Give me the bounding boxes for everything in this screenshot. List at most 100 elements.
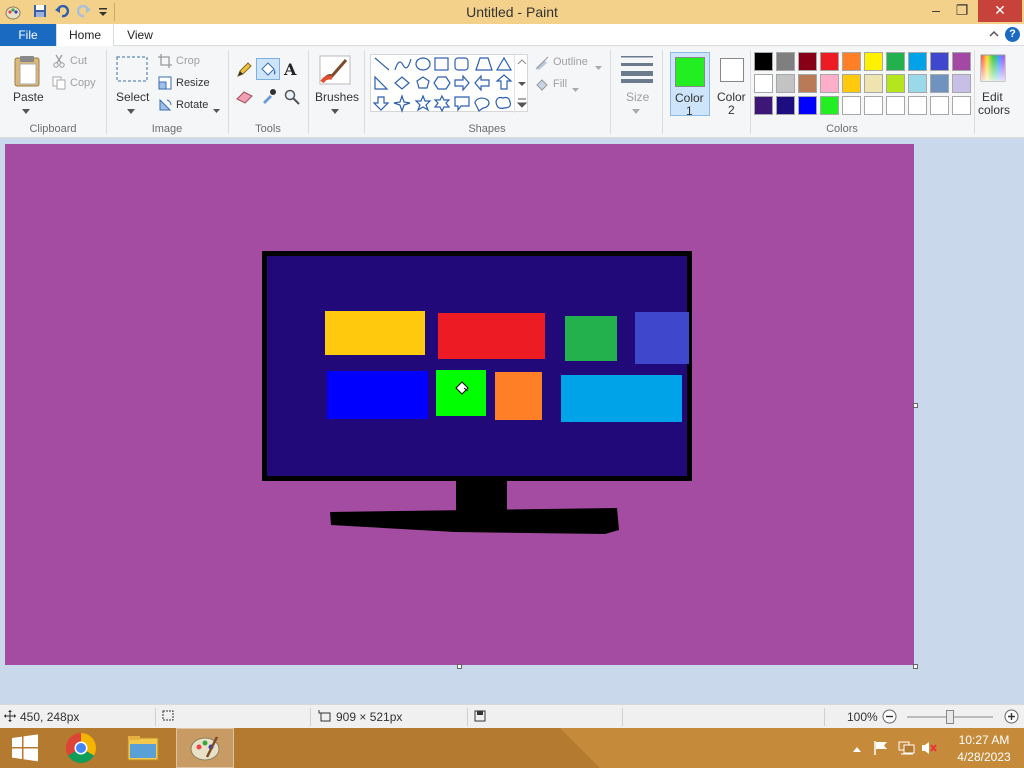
fill-icon[interactable] <box>534 78 550 95</box>
select-button[interactable]: Select <box>116 90 149 104</box>
size-dropdown-icon[interactable] <box>632 104 640 118</box>
palette-color-swatch[interactable] <box>930 74 949 93</box>
palette-color-swatch[interactable] <box>754 74 773 93</box>
palette-color-swatch[interactable] <box>776 96 795 115</box>
select-dropdown-icon[interactable] <box>127 104 135 118</box>
canvas-resize-handle-corner[interactable] <box>913 664 918 669</box>
palette-color-swatch[interactable] <box>952 74 971 93</box>
palette-color-swatch[interactable] <box>864 74 883 93</box>
screen-tile <box>327 371 428 419</box>
palette-color-swatch[interactable] <box>864 96 883 115</box>
edit-colors-icon[interactable] <box>980 54 1006 85</box>
start-button[interactable] <box>0 728 58 768</box>
palette-color-swatch[interactable] <box>776 74 795 93</box>
palette-color-swatch[interactable] <box>908 96 927 115</box>
brushes-dropdown-icon[interactable] <box>331 104 339 118</box>
palette-color-swatch[interactable] <box>952 96 971 115</box>
copy-button[interactable]: Copy <box>70 77 96 89</box>
palette-color-swatch[interactable] <box>952 52 971 71</box>
workspace <box>0 138 1024 704</box>
text-tool-icon[interactable]: A <box>284 60 296 79</box>
shapes-scrollbar[interactable] <box>514 55 529 113</box>
canvas-resize-handle-bottom[interactable] <box>457 664 462 669</box>
select-icon[interactable] <box>116 56 148 85</box>
palette-color-swatch[interactable] <box>908 74 927 93</box>
brushes-icon[interactable] <box>318 54 352 89</box>
color-picker-icon[interactable] <box>261 88 277 107</box>
ribbon-collapse-icon[interactable] <box>988 28 1000 43</box>
palette-color-swatch[interactable] <box>842 96 861 115</box>
palette-color-swatch[interactable] <box>798 96 817 115</box>
paste-button[interactable]: Paste <box>13 90 44 104</box>
palette-color-swatch[interactable] <box>820 52 839 71</box>
palette-color-swatch[interactable] <box>798 52 817 71</box>
palette-color-swatch[interactable] <box>908 52 927 71</box>
network-icon[interactable] <box>898 740 916 768</box>
paste-icon[interactable] <box>12 54 42 91</box>
outline-icon[interactable] <box>534 56 550 73</box>
color2-selector[interactable]: Color 2 <box>712 52 752 117</box>
fill-dropdown-icon[interactable] <box>572 82 579 96</box>
palette-color-swatch[interactable] <box>798 74 817 93</box>
tab-home[interactable]: Home <box>56 24 114 47</box>
paint-taskbar-icon[interactable] <box>176 728 234 768</box>
palette-color-swatch[interactable] <box>864 52 883 71</box>
color1-selector[interactable]: Color 1 <box>670 52 710 118</box>
file-explorer-taskbar-icon[interactable] <box>116 728 174 768</box>
clock-date[interactable]: 4/28/2023 <box>950 750 1018 768</box>
help-button[interactable]: ? <box>1005 27 1020 42</box>
resize-icon[interactable] <box>158 76 172 93</box>
volume-muted-icon[interactable] <box>921 740 939 768</box>
chrome-taskbar-icon[interactable] <box>58 728 116 768</box>
edit-colors-button[interactable]: Edit <box>982 90 1003 104</box>
minimize-button[interactable]: – <box>922 0 950 22</box>
paste-dropdown-icon[interactable] <box>22 104 30 118</box>
tab-view[interactable]: View <box>114 24 166 46</box>
zoom-in-button[interactable] <box>1004 709 1019 727</box>
outline-dropdown-icon[interactable] <box>595 60 602 74</box>
edit-colors-button-line2[interactable]: colors <box>978 103 1010 117</box>
palette-color-swatch[interactable] <box>754 96 773 115</box>
fill-button[interactable]: Fill <box>553 78 567 90</box>
monitor-stand-base <box>330 508 619 534</box>
palette-color-swatch[interactable] <box>754 52 773 71</box>
fill-with-color-icon[interactable] <box>256 58 280 80</box>
eraser-icon[interactable] <box>236 90 254 107</box>
palette-color-swatch[interactable] <box>886 52 905 71</box>
size-button[interactable]: Size <box>626 90 649 104</box>
palette-color-swatch[interactable] <box>776 52 795 71</box>
palette-color-swatch[interactable] <box>842 52 861 71</box>
palette-color-swatch[interactable] <box>930 52 949 71</box>
pencil-icon[interactable] <box>236 62 252 81</box>
shapes-icons[interactable] <box>371 55 515 113</box>
cut-icon[interactable] <box>52 54 66 71</box>
copy-icon[interactable] <box>52 76 66 93</box>
restore-button[interactable]: ❐ <box>948 0 976 22</box>
palette-color-swatch[interactable] <box>886 96 905 115</box>
tab-file[interactable]: File <box>0 24 56 46</box>
palette-color-swatch[interactable] <box>820 74 839 93</box>
close-button[interactable]: ✕ <box>978 0 1022 22</box>
magnifier-icon[interactable] <box>284 89 300 108</box>
palette-color-swatch[interactable] <box>886 74 905 93</box>
rotate-dropdown-icon[interactable] <box>213 103 220 117</box>
zoom-out-button[interactable] <box>882 709 897 727</box>
size-icon[interactable] <box>620 54 654 87</box>
rotate-button[interactable]: Rotate <box>176 99 208 111</box>
zoom-slider-thumb[interactable] <box>946 710 954 724</box>
cut-button[interactable]: Cut <box>70 55 87 67</box>
resize-button[interactable]: Resize <box>176 77 210 89</box>
cursor-position-icon <box>4 710 16 725</box>
palette-color-swatch[interactable] <box>930 96 949 115</box>
brushes-button[interactable]: Brushes <box>315 90 359 104</box>
drawing-canvas[interactable] <box>5 144 914 665</box>
crop-icon[interactable] <box>158 54 172 71</box>
canvas-resize-handle-right[interactable] <box>913 403 918 408</box>
palette-color-swatch[interactable] <box>842 74 861 93</box>
crop-button[interactable]: Crop <box>176 55 200 67</box>
outline-button[interactable]: Outline <box>553 56 588 68</box>
palette-color-swatch[interactable] <box>820 96 839 115</box>
rotate-icon[interactable] <box>158 98 172 115</box>
action-center-flag-icon[interactable] <box>873 740 889 768</box>
show-hidden-icons-icon[interactable] <box>852 742 862 768</box>
